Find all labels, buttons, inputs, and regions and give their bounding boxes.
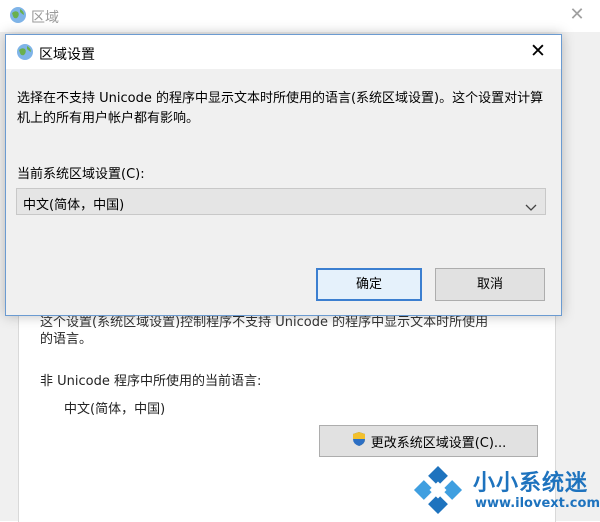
- shield-icon: [351, 431, 367, 451]
- dialog-body: 选择在不支持 Unicode 的程序中显示文本时所使用的语言(系统区域设置)。这…: [6, 69, 561, 315]
- dialog-close-icon[interactable]: ✕: [515, 35, 561, 69]
- watermark-url: www.ilovext.com: [475, 496, 600, 511]
- watermark: 小小系统迷 www.ilovext.com: [405, 458, 600, 521]
- region-window-close-icon[interactable]: ✕: [554, 0, 600, 32]
- cancel-button[interactable]: 取消: [435, 268, 545, 301]
- dialog-titlebar: 区域设置 ✕: [6, 35, 561, 69]
- region-window-title: 区域: [31, 10, 59, 26]
- system-locale-select[interactable]: 中文(简体，中国): [16, 188, 546, 215]
- globe-icon: [16, 43, 34, 65]
- globe-icon: [9, 6, 27, 28]
- region-settings-dialog: 区域设置 ✕ 选择在不支持 Unicode 的程序中显示文本时所使用的语言(系统…: [5, 34, 562, 316]
- dialog-title: 区域设置: [39, 47, 95, 63]
- ok-button[interactable]: 确定: [316, 268, 422, 301]
- system-locale-select-value: 中文(简体，中国): [23, 198, 125, 213]
- chevron-down-icon: [525, 197, 537, 216]
- system-locale-select-label: 当前系统区域设置(C):: [17, 167, 145, 182]
- watermark-title: 小小系统迷: [473, 471, 589, 496]
- non-unicode-label: 非 Unicode 程序中所使用的当前语言:: [40, 374, 262, 389]
- change-system-locale-label: 更改系统区域设置(C)...: [370, 435, 507, 451]
- current-language-value: 中文(简体，中国): [64, 402, 166, 417]
- system-locale-description-line2: 的语言。: [40, 332, 93, 347]
- dialog-description: 选择在不支持 Unicode 的程序中显示文本时所使用的语言(系统区域设置)。这…: [17, 91, 544, 126]
- change-system-locale-button[interactable]: 更改系统区域设置(C)...: [319, 425, 538, 457]
- region-window-titlebar: 区域 ✕: [0, 0, 600, 32]
